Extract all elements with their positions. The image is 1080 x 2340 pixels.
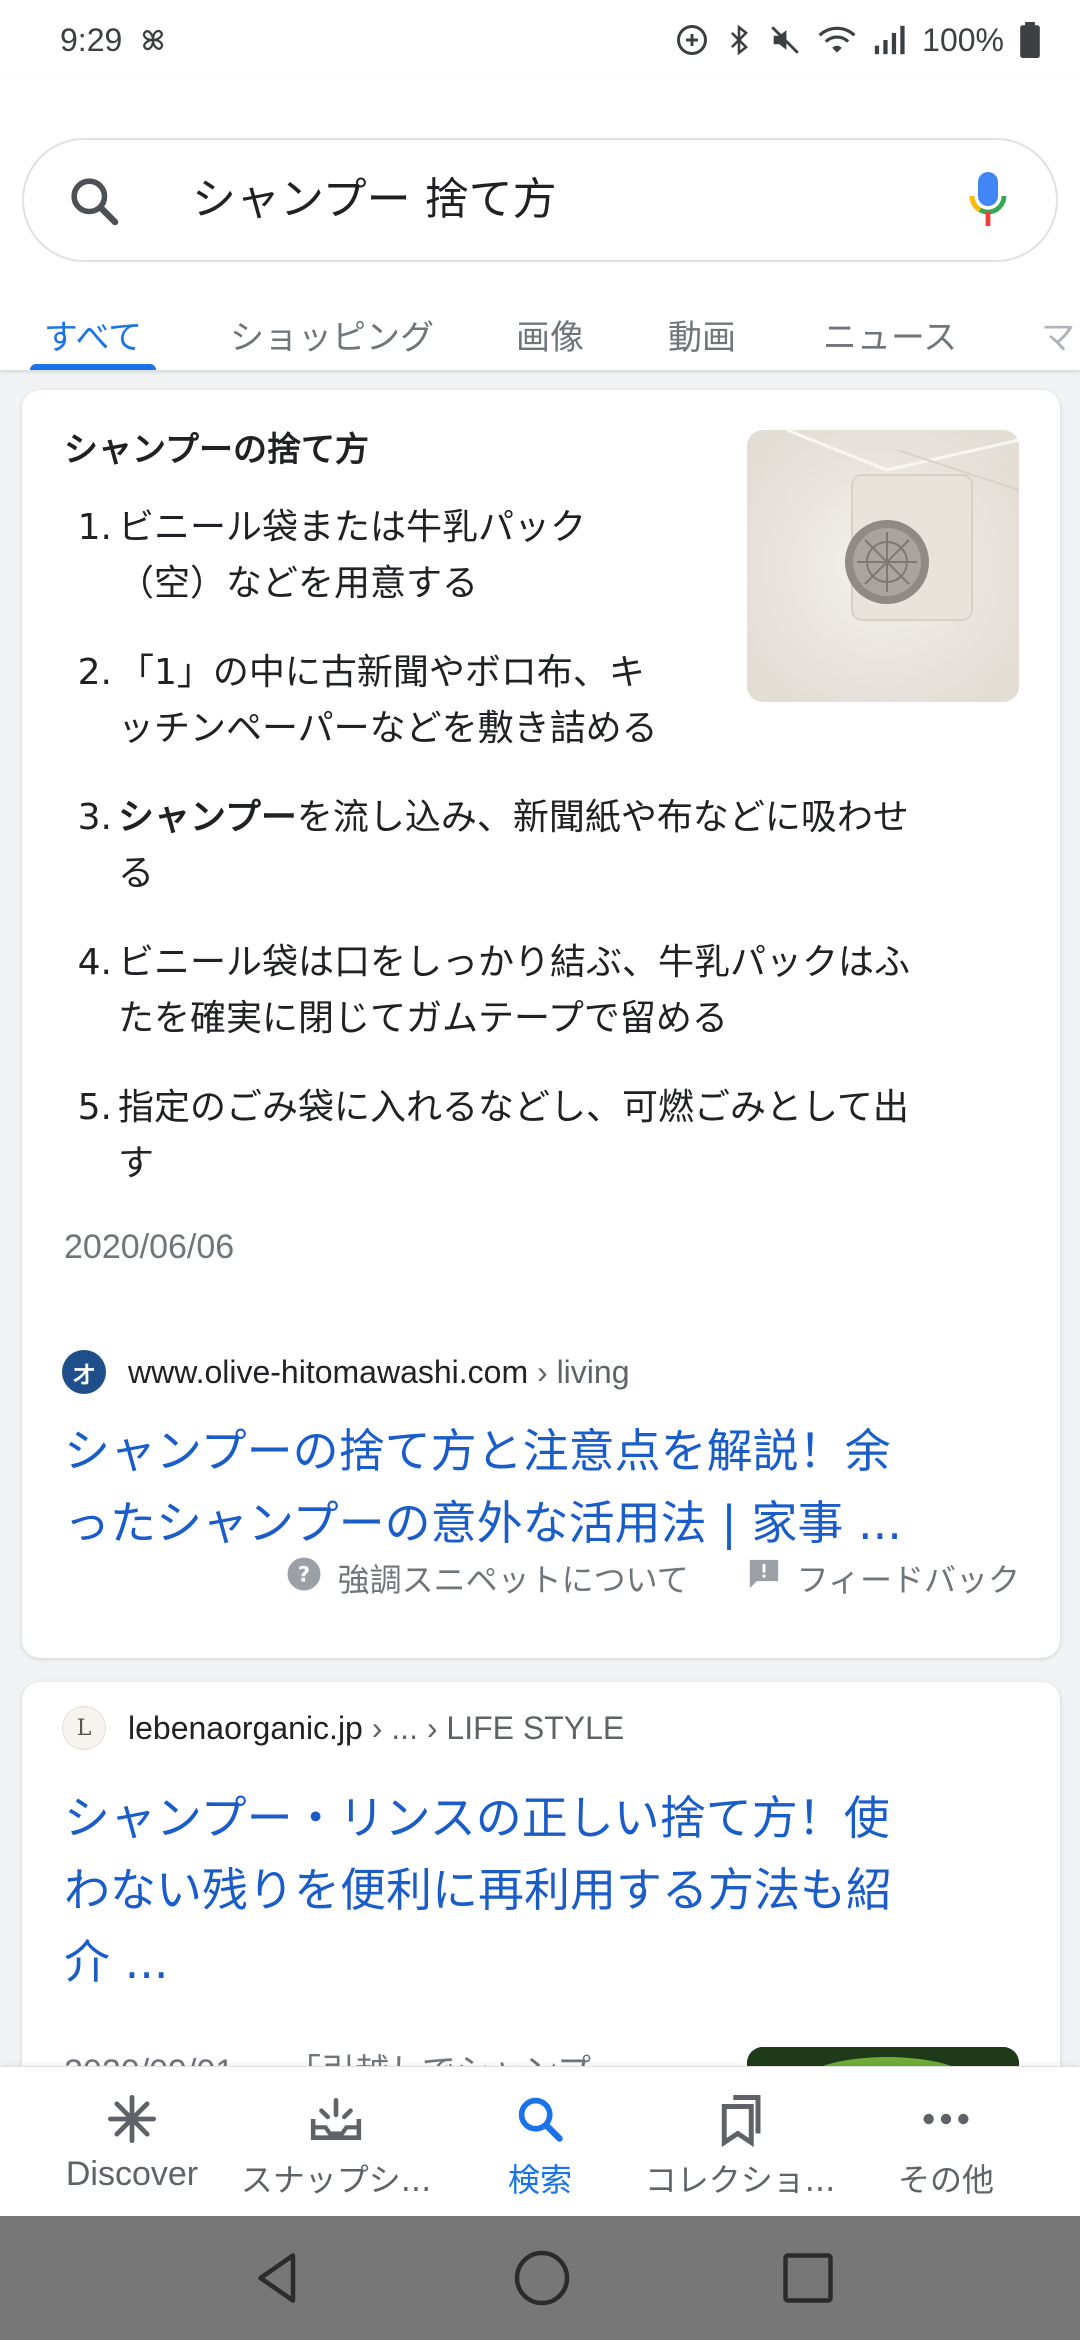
snippet-thumbnail[interactable] xyxy=(747,430,1019,702)
snippet-source[interactable]: オ www.olive-hitomawashi.com › living xyxy=(62,1350,629,1394)
about-snippets-button[interactable]: ? 強調スニペットについて xyxy=(286,1555,689,1601)
help-icon: ? xyxy=(286,1556,322,1600)
nav-snapshot[interactable]: スナップシ... xyxy=(236,2067,436,2217)
pinwheel-icon xyxy=(136,23,170,57)
system-navigation-bar xyxy=(0,2216,1080,2340)
site-favicon: L xyxy=(62,1706,106,1750)
data-saver-icon xyxy=(674,22,710,58)
search-icon[interactable] xyxy=(66,173,122,233)
tab-news[interactable]: ニュース xyxy=(818,285,962,370)
inbox-icon xyxy=(309,2093,363,2153)
tab-more[interactable]: マ xyxy=(1036,285,1080,370)
snippet-date: 2020/06/06 xyxy=(64,1228,235,1266)
bookmarks-icon xyxy=(715,2093,765,2155)
bluetooth-icon xyxy=(726,23,752,57)
result-link[interactable]: シャンプー・リンスの正しい捨て方！使 わない残りを便利に再利用する方法も紹 介 … xyxy=(64,1782,1024,1998)
nav-discover[interactable]: Discover xyxy=(32,2067,232,2217)
list-item: 4. ビニール袋は口をしっかり結ぶ、牛乳パックはふ たを確実に閉じてガムテープで留… xyxy=(77,942,911,1039)
tab-shopping[interactable]: ショッピング xyxy=(222,285,442,370)
list-item: 1. ビニール袋または牛乳パック （空）などを用意する xyxy=(77,507,587,604)
search-header: シャンプー 捨て方 すべて ショッピング 画像 動画 ニュース マ xyxy=(0,80,1080,370)
wifi-icon xyxy=(818,24,856,56)
status-time: 9:29 xyxy=(60,21,123,58)
feedback-icon xyxy=(747,1557,781,1599)
back-button[interactable] xyxy=(218,2216,338,2340)
search-icon xyxy=(514,2093,566,2153)
signal-icon xyxy=(872,24,906,56)
list-item: 3. シャンプーを流し込み、新聞紙や布などに吸わせる xyxy=(77,797,909,894)
source-domain: www.olive-hitomawashi.com › living xyxy=(128,1353,630,1390)
search-input[interactable]: シャンプー 捨て方 xyxy=(192,140,557,260)
home-circle-icon xyxy=(514,2250,570,2306)
nav-collections[interactable]: コレクショ... xyxy=(640,2067,840,2217)
list-item: 2. 「1」の中に古新聞やボロ布、キ ッチンペーパーなどを敷き詰める xyxy=(77,652,658,749)
nav-more[interactable]: その他 xyxy=(846,2067,1046,2217)
microphone-icon[interactable] xyxy=(968,170,1008,234)
status-bar: 9:29 100% xyxy=(0,0,1080,80)
feedback-button[interactable]: フィードバック xyxy=(747,1555,1020,1601)
nav-search[interactable]: 検索 xyxy=(440,2067,640,2217)
back-triangle-icon xyxy=(258,2253,296,2303)
snippet-result-link[interactable]: シャンプーの捨て方と注意点を解説！余 ったシャンプーの意外な活用法 | 家事 .… xyxy=(64,1415,1024,1559)
snippet-title: シャンプーの捨て方 xyxy=(64,430,369,470)
battery-icon xyxy=(1020,22,1040,58)
more-icon xyxy=(920,2093,972,2153)
list-item: 5. 指定のごみ袋に入れるなどし、可燃ごみとして出す xyxy=(77,1087,909,1184)
battery-percent: 100% xyxy=(922,21,1004,58)
asterisk-icon xyxy=(106,2093,158,2153)
recents-square-icon xyxy=(783,2253,833,2303)
site-favicon: オ xyxy=(62,1350,106,1394)
home-button[interactable] xyxy=(482,2216,602,2340)
result-source[interactable]: L lebenaorganic.jp › ... › LIFE STYLE xyxy=(62,1706,624,1750)
search-bar[interactable]: シャンプー 捨て方 xyxy=(22,138,1058,262)
featured-snippet-card: シャンプーの捨て方 1. ビニール袋または牛乳パック（空）などを用意する 2. xyxy=(22,390,1060,1658)
tab-images[interactable]: 画像 xyxy=(510,285,590,370)
svg-text:?: ? xyxy=(297,1563,309,1587)
source-domain: lebenaorganic.jp › ... › LIFE STYLE xyxy=(128,1709,625,1746)
snippet-actions: ? 強調スニペットについて フィードバック xyxy=(286,1555,1020,1601)
recents-button[interactable] xyxy=(748,2216,868,2340)
search-tabs: すべて ショッピング 画像 動画 ニュース マ xyxy=(0,285,1080,370)
tab-all[interactable]: すべて xyxy=(30,285,156,370)
bottom-navigation: Discover スナップシ... 検索 コレクショ... その他 xyxy=(0,2066,1080,2216)
tab-videos[interactable]: 動画 xyxy=(662,285,742,370)
mute-icon xyxy=(768,23,802,57)
